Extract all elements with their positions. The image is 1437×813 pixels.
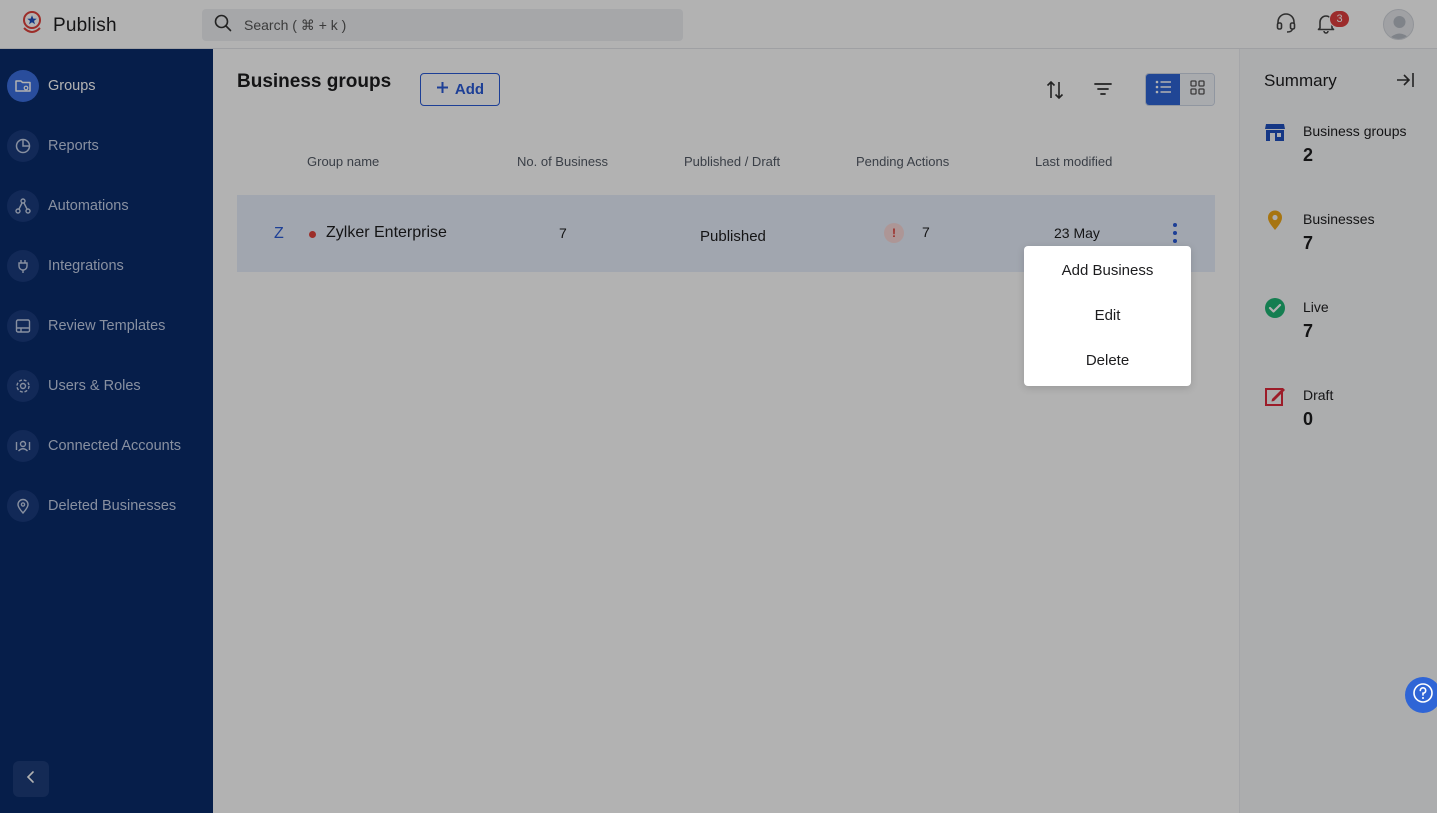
menu-item-edit[interactable]: Edit [1024, 292, 1191, 338]
dim-overlay[interactable] [0, 0, 1437, 813]
row-actions-menu: Add Business Edit Delete [1024, 246, 1191, 386]
help-button[interactable] [1405, 677, 1437, 713]
menu-item-delete[interactable]: Delete [1024, 337, 1191, 383]
help-question-icon [1412, 682, 1434, 709]
menu-item-add-business[interactable]: Add Business [1024, 247, 1191, 293]
